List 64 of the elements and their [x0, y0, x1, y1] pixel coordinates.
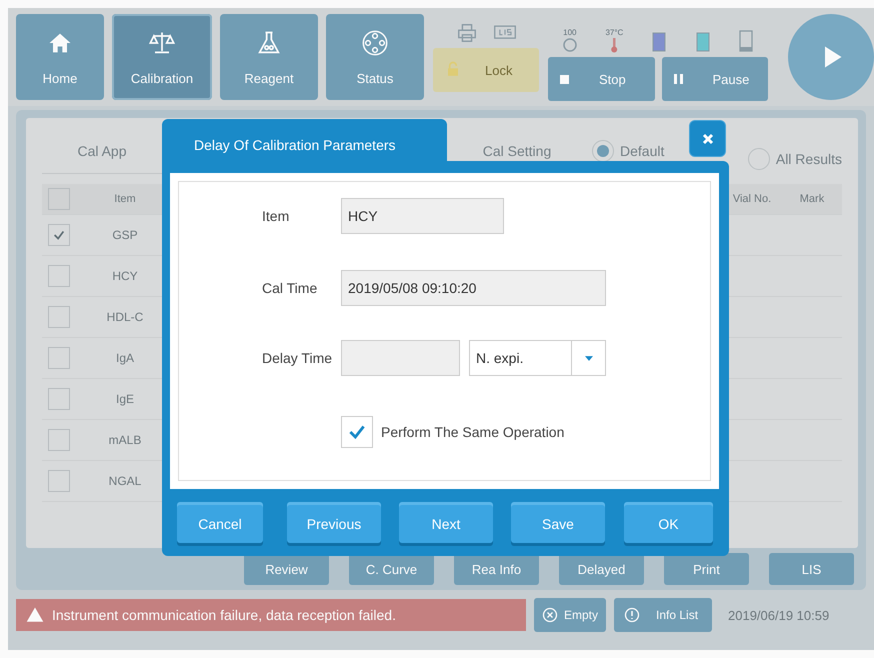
action-button[interactable]: Delayed	[559, 553, 644, 585]
table-cell-text: NGAL	[108, 474, 142, 488]
temperature-reading: 37°C	[605, 28, 624, 37]
action-button[interactable]: Print	[664, 553, 749, 585]
nav-tab[interactable]: Status	[326, 14, 424, 100]
radio-label: Default	[620, 143, 664, 159]
row-checkbox[interactable]	[48, 470, 70, 492]
radio-button[interactable]	[748, 148, 770, 170]
table-cell-text: GSP	[111, 228, 139, 242]
row-checkbox[interactable]	[48, 347, 70, 369]
dialog-button[interactable]: Save	[511, 505, 605, 543]
table-cell-text: IgE	[114, 392, 135, 406]
table-cell-text: HDL-C	[106, 310, 144, 324]
column-header: Item	[113, 193, 137, 205]
nav-tab[interactable]: Calibration	[112, 14, 212, 100]
info-icon	[624, 607, 640, 623]
checkbox-label: Perform The Same Operation	[381, 424, 564, 440]
action-button[interactable]: Review	[244, 553, 329, 585]
row-checkbox[interactable]	[48, 265, 70, 287]
dialog-button[interactable]: Next	[399, 505, 493, 543]
field-label: Item	[261, 208, 290, 224]
nav-tab[interactable]: Home	[16, 14, 104, 100]
row-checkbox[interactable]	[48, 306, 70, 328]
radio-label: All Results	[776, 151, 842, 167]
column-header: Vial No.	[732, 193, 772, 205]
delay-time-field[interactable]	[341, 340, 460, 376]
date-time: 2019/06/19 10:59	[728, 608, 830, 622]
nav-tab[interactable]: Reagent	[220, 14, 318, 100]
action-button[interactable]: C. Curve	[349, 553, 434, 585]
field-label: Delay Time	[261, 350, 334, 366]
close-button[interactable]	[690, 121, 725, 156]
dialog-button[interactable]: Previous	[287, 505, 381, 543]
row-checkbox[interactable]	[48, 224, 70, 246]
action-button[interactable]: LIS	[769, 553, 854, 585]
dialog-button[interactable]: Cancel	[177, 505, 263, 543]
pause-button[interactable]: Pause	[662, 57, 768, 101]
sample-count: 100	[563, 28, 576, 37]
warning-icon	[26, 606, 44, 624]
dialog-button[interactable]: OK	[624, 505, 713, 543]
rotor-icon	[361, 28, 389, 56]
action-button[interactable]: Rea Info	[454, 553, 539, 585]
status-button[interactable]: Empty	[534, 598, 606, 632]
checkbox[interactable]	[341, 416, 373, 448]
row-checkbox[interactable]	[48, 429, 70, 451]
column-header: Mark	[798, 193, 826, 205]
printer-icon[interactable]	[455, 22, 479, 44]
clear-icon	[542, 607, 558, 623]
bin-icon	[738, 29, 754, 53]
table-cell-text: HCY	[111, 269, 139, 283]
table-cell-text: mALB	[108, 433, 142, 447]
header-checkbox[interactable]	[48, 188, 70, 210]
row-checkbox[interactable]	[48, 388, 70, 410]
ring-icon	[562, 37, 578, 53]
check-icon	[52, 228, 66, 242]
cal-time-field[interactable]: 2019/05/08 09:10:20	[341, 270, 606, 306]
table-cell-text: IgA	[114, 351, 135, 365]
unit-dropdown[interactable]: N. expi.	[469, 340, 606, 376]
item-field[interactable]: HCY	[341, 198, 504, 234]
stop-button[interactable]: Stop	[548, 57, 654, 101]
alert-message: Instrument communication failure, data reception failed.	[52, 607, 396, 623]
caret-icon	[584, 356, 592, 360]
field-label: Cal Time	[261, 280, 318, 296]
lock-button[interactable]: Lock	[433, 48, 539, 92]
status-button[interactable]: Info List	[614, 598, 712, 632]
